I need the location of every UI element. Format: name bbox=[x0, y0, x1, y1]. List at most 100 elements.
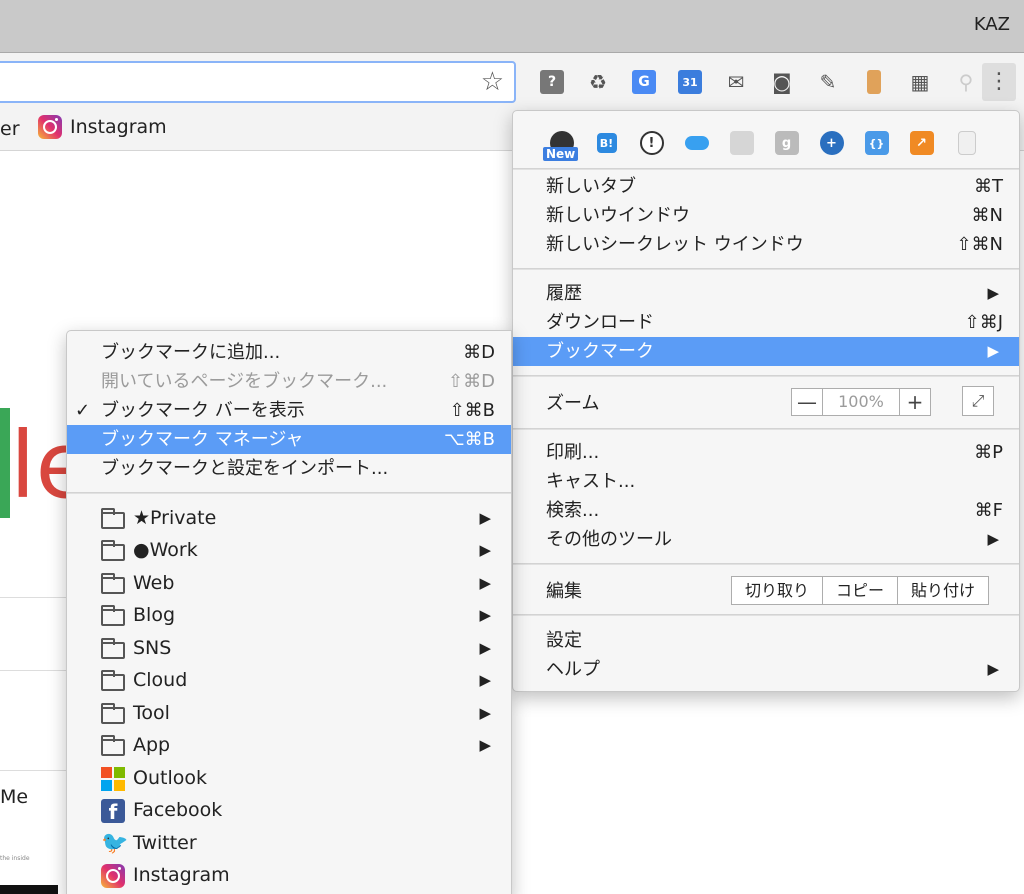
kebab-icon: ⋮ bbox=[988, 69, 1010, 94]
submenu-item-bookmark-manager[interactable]: ブックマーク マネージャ ⌥⌘B bbox=[67, 425, 511, 454]
qr-code-extension-icon[interactable]: ▦ bbox=[897, 67, 943, 97]
chart-orange-icon[interactable]: ↗ bbox=[899, 123, 944, 163]
folder-icon bbox=[101, 573, 125, 594]
menu-item-new-window[interactable]: 新しいウインドウ ⌘N bbox=[513, 201, 1019, 230]
folder-icon bbox=[101, 670, 125, 691]
bookmark-folder[interactable]: ●Work ▶ bbox=[67, 536, 511, 565]
submenu-item-show-bookmarks-bar[interactable]: ✓ ブックマーク バーを表示 ⇧⌘B bbox=[67, 396, 511, 425]
copy-button[interactable]: コピー bbox=[822, 577, 897, 604]
menu-item-zoom: ズーム bbox=[546, 393, 600, 414]
submenu-arrow-icon: ▶ bbox=[479, 639, 491, 657]
bookmark-label: Instagram bbox=[70, 116, 167, 138]
menu-item-history[interactable]: 履歴 ▶ bbox=[513, 279, 1019, 308]
bookmark-folder[interactable]: SNS ▶ bbox=[67, 634, 511, 663]
fullscreen-icon: ⤢ bbox=[971, 391, 985, 410]
art-thumbnail bbox=[0, 885, 58, 894]
bookmark-folder[interactable]: Web ▶ bbox=[67, 569, 511, 598]
folder-icon bbox=[101, 735, 125, 756]
icloud-icon[interactable] bbox=[674, 123, 719, 163]
edit-controls: 切り取り コピー 貼り付け bbox=[731, 576, 990, 605]
bookmark-folder[interactable]: Cloud ▶ bbox=[67, 666, 511, 695]
zoom-level: 100% bbox=[822, 389, 900, 415]
onepassword-icon[interactable]: ! bbox=[629, 123, 674, 163]
camera-extension-icon[interactable]: ◙ bbox=[759, 67, 805, 97]
facebook-icon: f bbox=[101, 799, 125, 824]
bookmark-folder[interactable]: ★Private ▶ bbox=[67, 504, 511, 533]
menu-item-new-incognito[interactable]: 新しいシークレット ウインドウ ⇧⌘N bbox=[513, 230, 1019, 259]
menu-item-help[interactable]: ヘルプ ▶ bbox=[513, 655, 1019, 684]
twitter-bird-icon: 🐦 bbox=[101, 831, 129, 856]
zoom-out-button[interactable]: — bbox=[792, 389, 822, 415]
menu-item-settings[interactable]: 設定 bbox=[513, 626, 1019, 655]
checkmark-icon: ✓ bbox=[75, 400, 91, 421]
extension-icons: ? ♻ G 31 ✉ ◙ ✎ ▦ ⚲ bbox=[529, 67, 989, 97]
eyedropper-extension-icon[interactable]: ✎ bbox=[805, 67, 851, 97]
folder-icon bbox=[101, 540, 125, 561]
chrome-menu-button[interactable]: ⋮ bbox=[982, 63, 1016, 101]
gear-cross-icon[interactable]: + bbox=[809, 123, 854, 163]
recycle-extension-icon[interactable]: ♻ bbox=[575, 67, 621, 97]
document-icon[interactable] bbox=[944, 123, 989, 163]
divider bbox=[0, 770, 70, 771]
chrome-main-menu: New B! ! g + {} ↗ 新しいタブ ⌘T 新しいウインドウ ⌘N 新しい… bbox=[512, 110, 1020, 692]
bookmark-link-twitter[interactable]: 🐦 Twitter bbox=[67, 829, 511, 858]
menu-item-more-tools[interactable]: その他のツール ▶ bbox=[513, 525, 1019, 554]
menu-item-find[interactable]: 検索... ⌘F bbox=[513, 496, 1019, 525]
camera-lens-extension-icon[interactable]: New bbox=[539, 123, 584, 163]
bookmark-item-partial[interactable]: er bbox=[0, 118, 20, 140]
submenu-item-add-bookmark[interactable]: ブックマークに追加... ⌘D bbox=[67, 338, 511, 367]
bookmark-link-instagram[interactable]: Instagram bbox=[67, 861, 511, 890]
folder-icon bbox=[101, 703, 125, 724]
address-bar[interactable]: ☆ bbox=[0, 61, 516, 103]
menu-item-new-tab[interactable]: 新しいタブ ⌘T bbox=[513, 172, 1019, 201]
bookmark-link-facebook[interactable]: f Facebook bbox=[67, 796, 511, 825]
gmail-extension-icon[interactable]: ✉ bbox=[713, 67, 759, 97]
calendar-extension-icon[interactable]: 31 bbox=[667, 67, 713, 97]
submenu-arrow-icon: ▶ bbox=[479, 509, 491, 527]
separator bbox=[513, 614, 1019, 616]
folder-icon bbox=[101, 638, 125, 659]
bookmark-folder[interactable]: Blog ▶ bbox=[67, 601, 511, 630]
zoom-in-button[interactable]: + bbox=[900, 389, 930, 415]
bookmark-folder[interactable]: Tool ▶ bbox=[67, 699, 511, 728]
bookmark-item-instagram[interactable]: Instagram bbox=[38, 115, 167, 139]
menu-item-downloads[interactable]: ダウンロード ⇧⌘J bbox=[513, 308, 1019, 337]
folder-icon bbox=[101, 605, 125, 626]
separator bbox=[513, 168, 1019, 170]
submenu-item-import[interactable]: ブックマークと設定をインポート... bbox=[67, 454, 511, 483]
menu-item-cast[interactable]: キャスト... bbox=[513, 467, 1019, 496]
submenu-arrow-icon: ▶ bbox=[987, 660, 999, 678]
menu-extension-icons: New B! ! g + {} ↗ bbox=[539, 123, 989, 163]
submenu-arrow-icon: ▶ bbox=[479, 541, 491, 559]
submenu-arrow-icon: ▶ bbox=[987, 530, 999, 548]
paste-button[interactable]: 貼り付け bbox=[897, 577, 988, 604]
window-titlebar: KAZ bbox=[0, 0, 1024, 53]
separator bbox=[513, 375, 1019, 377]
code-bracket-icon[interactable]: {} bbox=[854, 123, 899, 163]
pin-extension-icon[interactable] bbox=[851, 67, 897, 97]
google-plus-icon[interactable]: g bbox=[764, 123, 809, 163]
bookmark-link-outlook[interactable]: Outlook bbox=[67, 764, 511, 793]
instagram-icon bbox=[101, 864, 125, 888]
menu-item-bookmarks[interactable]: ブックマーク ▶ bbox=[513, 337, 1019, 366]
calendar-gray-icon[interactable] bbox=[719, 123, 764, 163]
help-extension-icon[interactable]: ? bbox=[529, 67, 575, 97]
bookmark-folder[interactable]: App ▶ bbox=[67, 731, 511, 760]
separator bbox=[513, 563, 1019, 565]
profile-name[interactable]: KAZ bbox=[974, 14, 1010, 35]
submenu-arrow-icon: ▶ bbox=[479, 574, 491, 592]
tiny-caption: the inside bbox=[0, 855, 30, 862]
submenu-arrow-icon: ▶ bbox=[987, 342, 999, 360]
translate-extension-icon[interactable]: G bbox=[621, 67, 667, 97]
menu-item-print[interactable]: 印刷... ⌘P bbox=[513, 438, 1019, 467]
page-link-me[interactable]: Me bbox=[0, 786, 28, 808]
fullscreen-button[interactable]: ⤢ bbox=[962, 386, 994, 416]
bookmarks-submenu: ブックマークに追加... ⌘D 開いているページをブックマーク... ⇧⌘D ✓ ブ… bbox=[66, 330, 512, 894]
hatena-bookmark-icon[interactable]: B! bbox=[584, 123, 629, 163]
submenu-item-bookmark-open-pages[interactable]: 開いているページをブックマーク... ⇧⌘D bbox=[67, 367, 511, 396]
cut-button[interactable]: 切り取り bbox=[732, 577, 822, 604]
folder-icon bbox=[101, 508, 125, 529]
bookmark-star-icon[interactable]: ☆ bbox=[481, 67, 504, 97]
new-badge: New bbox=[543, 147, 579, 161]
submenu-arrow-icon: ▶ bbox=[479, 704, 491, 722]
